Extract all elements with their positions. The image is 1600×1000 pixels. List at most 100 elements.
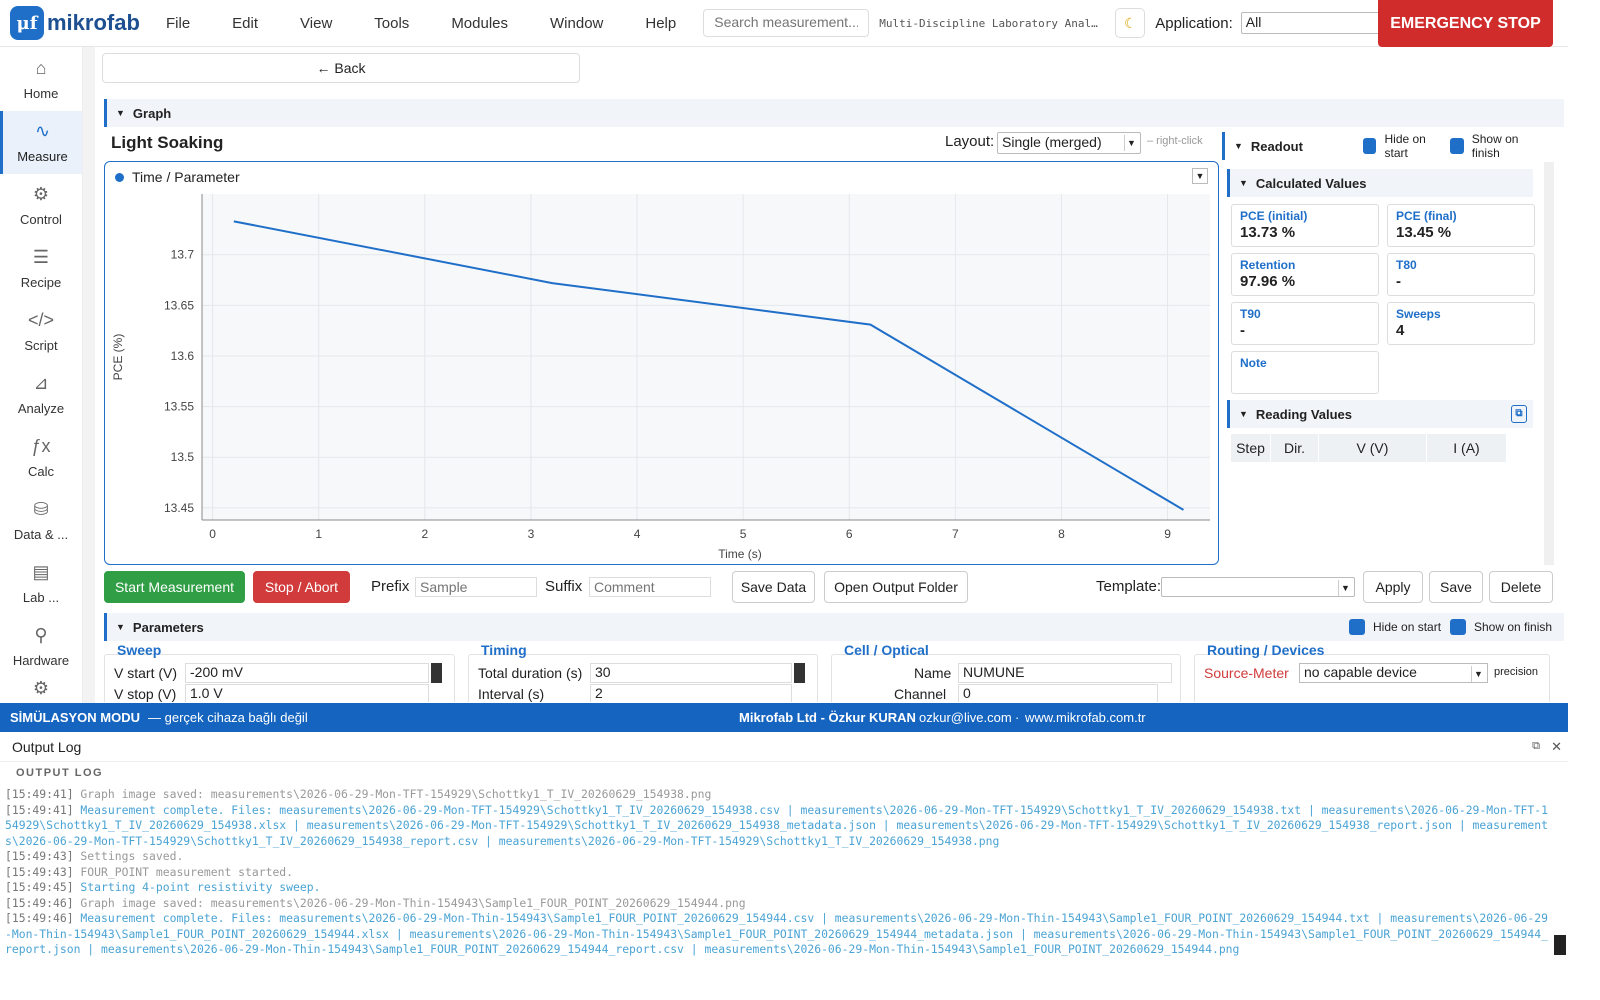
card-value: 13.73 % bbox=[1240, 224, 1296, 241]
open-output-folder-button[interactable]: Open Output Folder bbox=[824, 571, 968, 603]
menu-window[interactable]: Window bbox=[529, 15, 624, 32]
save-button[interactable]: Save bbox=[1429, 571, 1483, 603]
name-input[interactable]: NUMUNE bbox=[958, 663, 1172, 683]
delete-button[interactable]: Delete bbox=[1489, 571, 1553, 603]
app-logo[interactable]: μf mikrofab bbox=[10, 6, 150, 40]
plot-series-header[interactable]: Time / Parameter ▼ bbox=[105, 162, 1218, 192]
total-duration-input[interactable]: 30 bbox=[590, 663, 792, 683]
search-input[interactable] bbox=[714, 14, 859, 30]
graph-title: Light Soaking bbox=[111, 133, 224, 152]
column-header: I (A) bbox=[1427, 434, 1507, 462]
chevron-down-icon: ▼ bbox=[1124, 135, 1138, 151]
checkbox-icon bbox=[1362, 138, 1377, 154]
card-sweeps: Sweeps 4 bbox=[1387, 302, 1535, 345]
menu-edit[interactable]: Edit bbox=[211, 15, 279, 32]
menu-modules[interactable]: Modules bbox=[430, 15, 529, 32]
back-button[interactable]: ← Back bbox=[102, 53, 580, 83]
log-line: [15:49:43] Settings saved. bbox=[5, 849, 1550, 865]
action-row: Start Measurement Stop / Abort Prefix Su… bbox=[104, 571, 1564, 604]
emergency-stop-button[interactable]: EMERGENCY STOP bbox=[1378, 0, 1553, 47]
scroll-thumb[interactable] bbox=[1554, 935, 1566, 955]
checkbox-label: Show on finish bbox=[1471, 132, 1519, 160]
log-timestamp: [15:49:41] bbox=[5, 802, 74, 817]
email-link[interactable]: ozkur@live.com bbox=[919, 710, 1012, 725]
x-tick-label: 1 bbox=[315, 527, 322, 541]
hide-on-start-checkbox[interactable]: Hide on start bbox=[1349, 619, 1441, 635]
sidebar-item-lab[interactable]: ▤ Lab ... bbox=[0, 552, 82, 615]
sidebar-item-label: Hardware bbox=[12, 653, 70, 668]
suffix-input[interactable] bbox=[589, 577, 711, 597]
x-tick-label: 3 bbox=[528, 527, 535, 541]
sidebar-item-home[interactable]: ⌂ Home bbox=[0, 48, 82, 111]
theme-toggle-moon-icon[interactable]: ☾ bbox=[1115, 8, 1146, 38]
menu-tools[interactable]: Tools bbox=[353, 15, 430, 32]
calculated-values-title: Calculated Values bbox=[1255, 175, 1367, 191]
prefix-input[interactable] bbox=[415, 577, 537, 597]
column-header: Step bbox=[1231, 434, 1271, 462]
output-log-subtitle: OUTPUT LOG bbox=[16, 767, 104, 779]
undock-icon[interactable]: ⧉ bbox=[1532, 740, 1540, 753]
menu-file[interactable]: File bbox=[150, 15, 211, 32]
settings-icon[interactable]: ⚙ bbox=[0, 678, 82, 699]
vstart-input[interactable]: -200 mV bbox=[185, 663, 429, 683]
template-select[interactable]: ▼ bbox=[1161, 577, 1355, 597]
stepper-icon[interactable] bbox=[431, 663, 442, 683]
parameters-title: Parameters bbox=[132, 619, 204, 635]
hide-on-start-checkbox[interactable]: Hide on start bbox=[1362, 132, 1442, 160]
sidebar-item-hardware[interactable]: ⚲ Hardware bbox=[0, 615, 82, 678]
apply-button[interactable]: Apply bbox=[1363, 571, 1423, 603]
vstop-label: V stop (V) bbox=[114, 686, 177, 702]
sidebar-item-data[interactable]: ⛁ Data & ... bbox=[0, 489, 82, 552]
menu-view[interactable]: View bbox=[279, 15, 353, 32]
sidebar-item-label: Control bbox=[20, 212, 62, 227]
readout-header[interactable]: ▼ Readout Hide on start Show on finish bbox=[1222, 132, 1538, 160]
start-measurement-button[interactable]: Start Measurement bbox=[104, 571, 245, 603]
close-icon[interactable]: ✕ bbox=[1551, 739, 1562, 755]
card-label: Retention bbox=[1240, 258, 1296, 272]
channel-input[interactable]: 0 bbox=[958, 684, 1158, 702]
sidebar-item-calc[interactable]: ƒx Calc bbox=[0, 426, 82, 489]
stop-abort-button[interactable]: Stop / Abort bbox=[253, 571, 350, 603]
collapse-icon: ▼ bbox=[116, 622, 125, 632]
channel-label: Channel bbox=[894, 686, 947, 702]
calculated-values-header[interactable]: ▼ Calculated Values bbox=[1227, 169, 1533, 197]
sidebar-scrollbar[interactable] bbox=[83, 47, 95, 703]
sidebar-item-control[interactable]: ⚙ Control bbox=[0, 174, 82, 237]
checkbox-icon bbox=[1349, 619, 1365, 635]
save-data-button[interactable]: Save Data bbox=[732, 571, 815, 603]
plot-panel: Time / Parameter ▼ 0 1 2 3 4 5 6 7 8 9 13.45 13.5 13… bbox=[104, 161, 1219, 565]
menu-help[interactable]: Help bbox=[624, 15, 697, 32]
reading-values-header[interactable]: ▼ Reading Values ⧉ bbox=[1227, 400, 1533, 428]
readout-scrollbar[interactable] bbox=[1544, 162, 1554, 565]
sidebar-item-measure[interactable]: ∿ Measure bbox=[0, 111, 82, 174]
collapse-icon: ▼ bbox=[1239, 178, 1248, 188]
vstop-input[interactable]: 1.0 V bbox=[185, 684, 429, 702]
sidebar-item-label: Recipe bbox=[20, 275, 62, 290]
layout-select[interactable]: Single (merged) ▼ bbox=[997, 132, 1141, 154]
parameters-header[interactable]: ▼ Parameters Hide on start Show on finis… bbox=[104, 613, 1564, 641]
website-link[interactable]: www.mikrofab.com.tr bbox=[1025, 710, 1146, 725]
x-tick-label: 8 bbox=[1058, 527, 1065, 541]
application-label: Application: bbox=[1155, 14, 1233, 32]
plot-area bbox=[202, 194, 1210, 520]
line-chart[interactable]: 0 1 2 3 4 5 6 7 8 9 13.45 13.5 13.55 13.6 13.65 13.7 Tim… bbox=[105, 192, 1218, 564]
sidebar-item-analyze[interactable]: ⊿ Analyze bbox=[0, 363, 82, 426]
main-panel: ← Back ▼ Graph Light Soaking Layout: Sing… bbox=[95, 47, 1568, 703]
source-meter-label: Source-Meter bbox=[1204, 665, 1289, 681]
interval-input[interactable]: 2 bbox=[590, 684, 792, 702]
log-line: [15:49:46] Graph image saved: measuremen… bbox=[5, 896, 1550, 912]
graph-section-header[interactable]: ▼ Graph bbox=[104, 99, 1564, 127]
show-on-finish-checkbox[interactable]: Show on finish bbox=[1450, 132, 1538, 160]
copy-icon[interactable]: ⧉ bbox=[1511, 405, 1527, 423]
sidebar-item-recipe[interactable]: ☰ Recipe bbox=[0, 237, 82, 300]
show-on-finish-checkbox[interactable]: Show on finish bbox=[1450, 619, 1552, 635]
y-tick-label: 13.65 bbox=[164, 298, 194, 312]
stepper-icon[interactable] bbox=[794, 663, 805, 683]
output-log-scrollbar[interactable] bbox=[1554, 790, 1566, 980]
chevron-down-icon[interactable]: ▼ bbox=[1192, 168, 1208, 184]
sidebar-item-script[interactable]: </> Script bbox=[0, 300, 82, 363]
log-timestamp: [15:49:46] bbox=[5, 895, 74, 910]
log-timestamp: [15:49:46] bbox=[5, 911, 74, 925]
source-meter-select[interactable]: no capable device ▼ bbox=[1299, 663, 1488, 683]
log-message: Graph image saved: measurements\2026-06-… bbox=[73, 787, 712, 801]
